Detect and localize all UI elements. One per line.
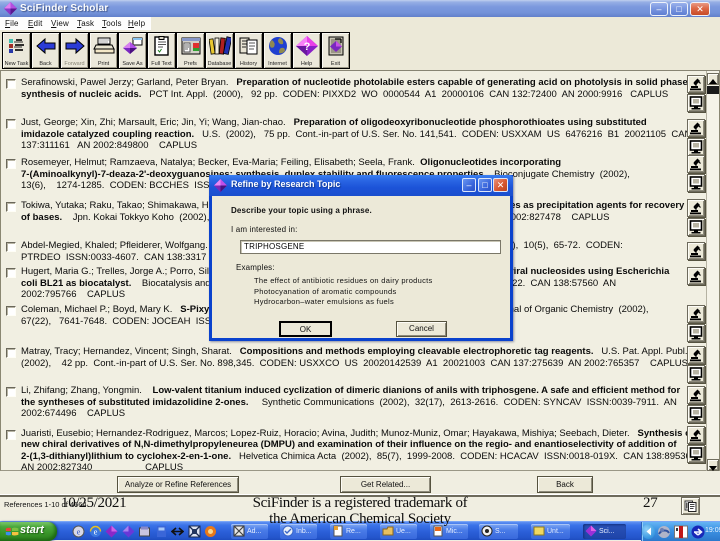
svg-text:e: e bbox=[93, 527, 97, 537]
svg-text:e: e bbox=[77, 528, 81, 537]
